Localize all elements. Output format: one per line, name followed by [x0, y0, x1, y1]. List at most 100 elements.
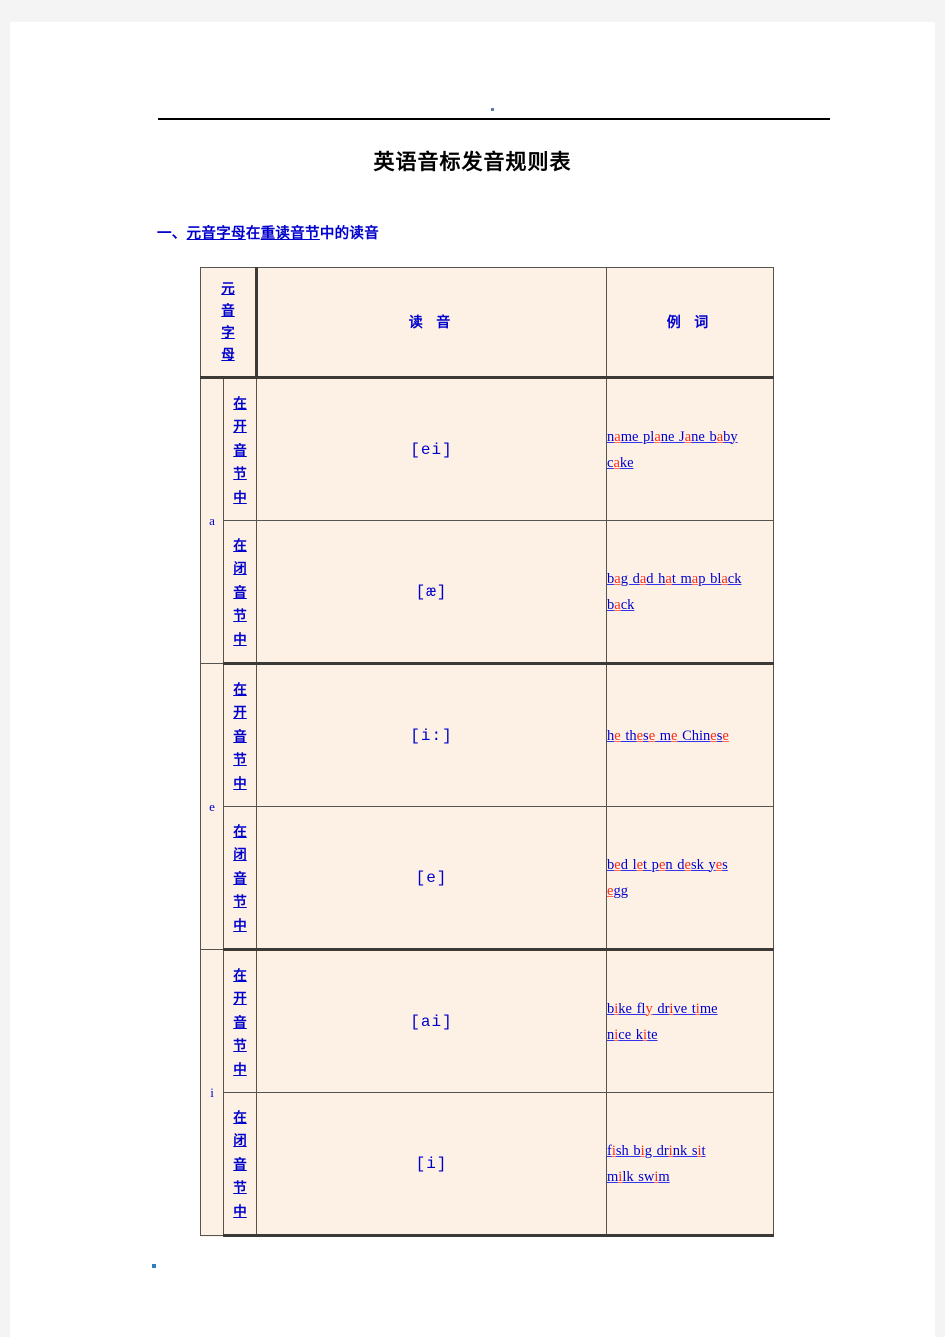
section-heading: 一、元音字母在重读音节中的读音 [157, 222, 379, 243]
example-words-cell: bike fly drive time nice kite [606, 949, 774, 1093]
vertical-char: 中 [233, 917, 247, 933]
word-text: m [658, 1168, 670, 1185]
table-header-row: 元音字母 读 音 例 词 [200, 267, 774, 379]
example-words-text: bike fly drive time nice kite [607, 996, 773, 1048]
vertical-char: 中 [233, 1061, 247, 1077]
word-text: th [620, 727, 637, 744]
vertical-char: 在 [233, 823, 247, 839]
syllable-type-vertical-text: 在开音节中 [224, 962, 256, 1082]
vertical-char: 音 [233, 728, 247, 744]
header-cell-examples: 例 词 [606, 267, 774, 379]
vertical-char: 节 [233, 1038, 247, 1054]
word-text: me [699, 1000, 718, 1017]
vertical-char: 中 [233, 631, 247, 647]
syllable-type-vertical-text: 在闭音节中 [224, 818, 256, 938]
phonetic-cell: [i] [256, 1092, 607, 1237]
vertical-char: 节 [233, 752, 247, 768]
phonetic-cell: [ei] [256, 377, 607, 521]
vowel-letter-cell: i [200, 949, 224, 1236]
vowel-letter-cell: a [200, 377, 224, 664]
word-text: d l [620, 856, 637, 873]
word-text: ke fl [618, 1000, 646, 1017]
section-heading-underline-1: 元音字母 [186, 226, 246, 242]
highlighted-vowel: y [645, 1000, 653, 1017]
syllable-type-vertical-text: 在开音节中 [224, 676, 256, 796]
word-text: t m [671, 570, 692, 587]
vertical-char: 在 [233, 537, 247, 553]
vertical-char: 字 [221, 325, 235, 340]
phonetic-symbol: [æ] [415, 582, 448, 601]
example-words-line: bike fly drive time [607, 996, 773, 1022]
example-words-cell: bag dad hat map black back [606, 520, 774, 665]
table-row: 在闭音节中 [i] fish big drink sit milk swim [201, 1092, 774, 1237]
word-text: m [607, 1168, 619, 1185]
example-words-line: he these me Chinese [607, 723, 773, 749]
word-text: n d [665, 856, 685, 873]
vertical-char: 节 [233, 608, 247, 624]
vertical-char: 开 [233, 419, 247, 435]
phonetic-cell: [ai] [256, 949, 607, 1093]
word-text: Chin [677, 727, 711, 744]
vertical-char: 在 [233, 967, 247, 983]
word-text: d h [646, 570, 666, 587]
vertical-char: 母 [221, 347, 235, 362]
syllable-type-vertical-text: 在闭音节中 [224, 532, 256, 652]
vowel-letter-cell: e [200, 663, 224, 950]
example-words-text: fish big drink sit milk swim [607, 1138, 773, 1190]
example-words-cell: fish big drink sit milk swim [606, 1092, 774, 1237]
example-words-line: back [607, 592, 773, 618]
table-row: 在闭音节中 [e] bed let pen desk yes egg [201, 806, 774, 951]
syllable-type-vertical-text: 在闭音节中 [224, 1104, 256, 1224]
vertical-char: 中 [233, 775, 247, 791]
vertical-char: 音 [221, 303, 235, 318]
phonetic-symbol: [i:] [410, 726, 453, 745]
vertical-char: 元 [221, 281, 235, 296]
header-pronunciation-label: 读 音 [408, 316, 456, 331]
syllable-type-cell: 在开音节中 [223, 949, 257, 1093]
vertical-char: 在 [233, 681, 247, 697]
vertical-char: 闭 [233, 1133, 247, 1149]
table-body: 元音字母读 音例 词 a 在开音节中 [ei] name plane Jane baby… [200, 267, 774, 1237]
example-words-text: he these me Chinese [607, 723, 773, 749]
word-text: g dr [644, 1142, 669, 1159]
vertical-char: 节 [233, 894, 247, 910]
example-words-line: name plane Jane baby [607, 424, 773, 450]
vertical-char: 开 [233, 705, 247, 721]
table-row: a 在开音节中 [ei] name plane Jane baby cake [200, 377, 774, 664]
syllable-type-cell: 在闭音节中 [223, 520, 257, 665]
example-words-line: bag dad hat map black [607, 566, 773, 592]
word-text: ce k [618, 1026, 644, 1043]
vertical-char: 音 [233, 1014, 247, 1030]
phonetic-cell: [i:] [256, 663, 607, 807]
word-text: ne b [691, 428, 717, 445]
word-text: ck [727, 570, 742, 587]
syllable-type-cell: 在闭音节中 [223, 806, 257, 951]
header-dot-mark [491, 108, 494, 111]
syllable-type-cell: 在开音节中 [223, 377, 257, 521]
vertical-char: 音 [233, 584, 247, 600]
example-words-line: egg [607, 878, 773, 904]
vertical-char: 音 [233, 442, 247, 458]
phonetic-cell: [æ] [256, 520, 607, 665]
word-text: gg [613, 882, 628, 899]
word-text: s [722, 856, 728, 873]
pronunciation-rules-table-wrapper: 元音字母读 音例 词 a 在开音节中 [ei] name plane Jane baby… [200, 267, 774, 1237]
section-heading-prefix: 一、 [157, 226, 187, 242]
phonetic-symbol: [i] [415, 1154, 448, 1173]
word-text: by [723, 428, 738, 445]
vertical-char: 在 [233, 395, 247, 411]
word-text: t p [643, 856, 659, 873]
phonetic-cell: [e] [256, 806, 607, 951]
word-text: ve t [673, 1000, 696, 1017]
table-row: 在闭音节中 [æ] bag dad hat map black back [201, 520, 774, 665]
vertical-char: 在 [233, 1109, 247, 1125]
word-text: dr [652, 1000, 670, 1017]
table-row: e 在开音节中 [i:] he these me Chinese [200, 663, 774, 950]
word-text: ke [619, 454, 634, 471]
example-words-line: fish big drink sit [607, 1138, 773, 1164]
example-words-line: bed let pen desk yes [607, 852, 773, 878]
word-text: g d [620, 570, 640, 587]
header-cell-pronunciation: 读 音 [256, 267, 607, 379]
vertical-char: 音 [233, 870, 247, 886]
example-words-text: bed let pen desk yes egg [607, 852, 773, 904]
